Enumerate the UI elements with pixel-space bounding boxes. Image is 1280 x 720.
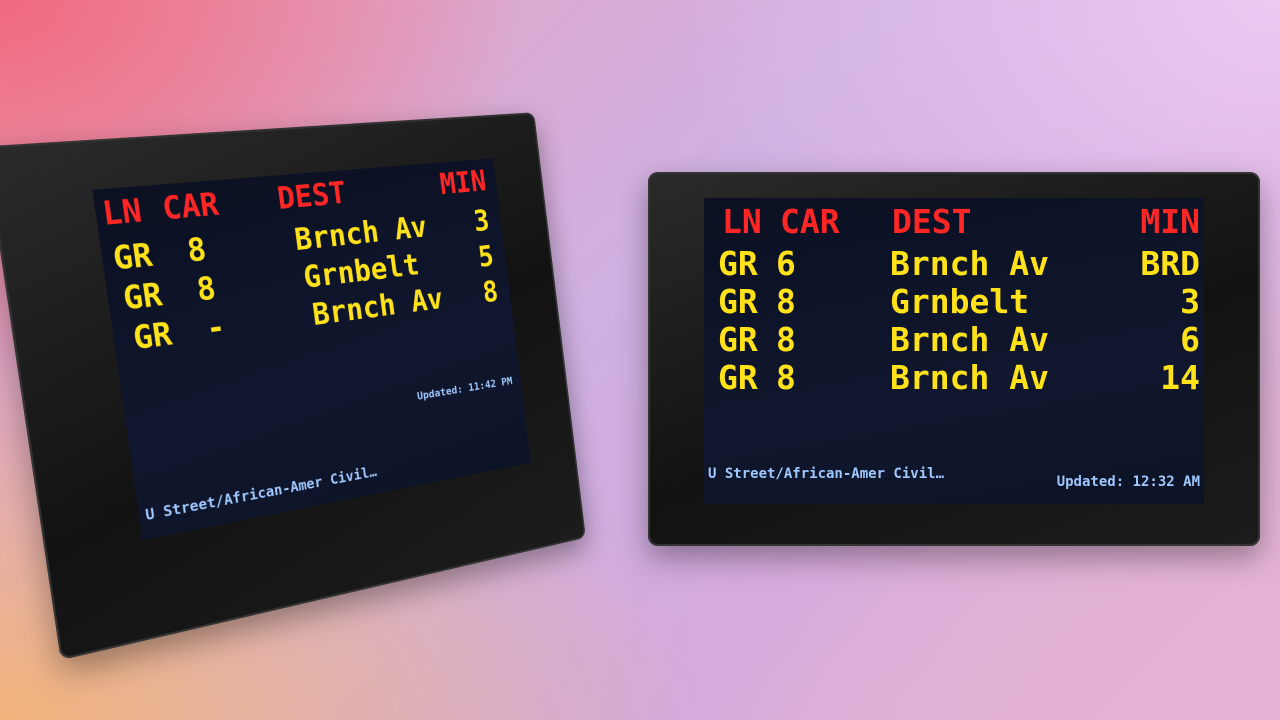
row-car: 6 xyxy=(776,244,796,283)
row-destination: Brnch Av xyxy=(890,320,1049,359)
row-car: - xyxy=(204,309,227,347)
row-car: 8 xyxy=(776,358,796,397)
row-line: GR xyxy=(718,320,758,359)
row-line: GR xyxy=(111,237,155,278)
updated-time: Updated: 11:42 PM xyxy=(416,375,513,403)
header-dest: DEST xyxy=(275,176,348,217)
right-arrival-screen: LN CAR DEST MIN GR 6 Brnch Av BRD GR 8 G… xyxy=(704,198,1204,504)
row-destination: Brnch Av xyxy=(890,244,1049,283)
row-line: GR xyxy=(718,282,758,321)
row-car: 8 xyxy=(776,320,796,359)
arrival-row: GR 6 Brnch Av BRD xyxy=(704,244,1204,282)
row-minutes: 14 xyxy=(1160,358,1200,397)
header-min: MIN xyxy=(438,165,488,202)
row-destination: Brnch Av xyxy=(890,358,1049,397)
station-name: U Street/African-Amer Civil… xyxy=(708,466,944,482)
header-car: CAR xyxy=(160,186,221,227)
right-display-device: LN CAR DEST MIN GR 6 Brnch Av BRD GR 8 G… xyxy=(648,172,1260,546)
row-line: GR xyxy=(718,244,758,283)
header-min: MIN xyxy=(1140,202,1200,241)
header-ln: LN xyxy=(100,193,144,234)
row-line: GR xyxy=(121,276,165,317)
header-dest: DEST xyxy=(892,202,971,241)
row-line: GR xyxy=(131,316,174,358)
row-minutes: 3 xyxy=(472,204,491,238)
header-car: CAR xyxy=(780,202,840,241)
arrival-row: GR 8 Brnch Av 14 xyxy=(704,358,1204,396)
header-row: LN CAR DEST MIN xyxy=(704,202,1204,240)
row-destination: Grnbelt xyxy=(890,282,1029,321)
header-ln: LN xyxy=(722,202,762,241)
row-minutes: BRD xyxy=(1140,244,1200,283)
row-minutes: 6 xyxy=(1180,320,1200,359)
row-minutes: 8 xyxy=(481,275,500,310)
row-car: 8 xyxy=(776,282,796,321)
row-minutes: 5 xyxy=(476,240,495,274)
arrival-row: GR 8 Brnch Av 6 xyxy=(704,320,1204,358)
row-car: 8 xyxy=(185,232,209,270)
row-minutes: 3 xyxy=(1180,282,1200,321)
updated-time: Updated: 12:32 AM xyxy=(1057,474,1200,490)
row-line: GR xyxy=(718,358,758,397)
row-car: 8 xyxy=(195,271,218,309)
arrival-row: GR 8 Grnbelt 3 xyxy=(704,282,1204,320)
left-display-device: LN CAR DEST MIN GR 8 Brnch Av 3 GR 8 Grn… xyxy=(0,112,586,660)
